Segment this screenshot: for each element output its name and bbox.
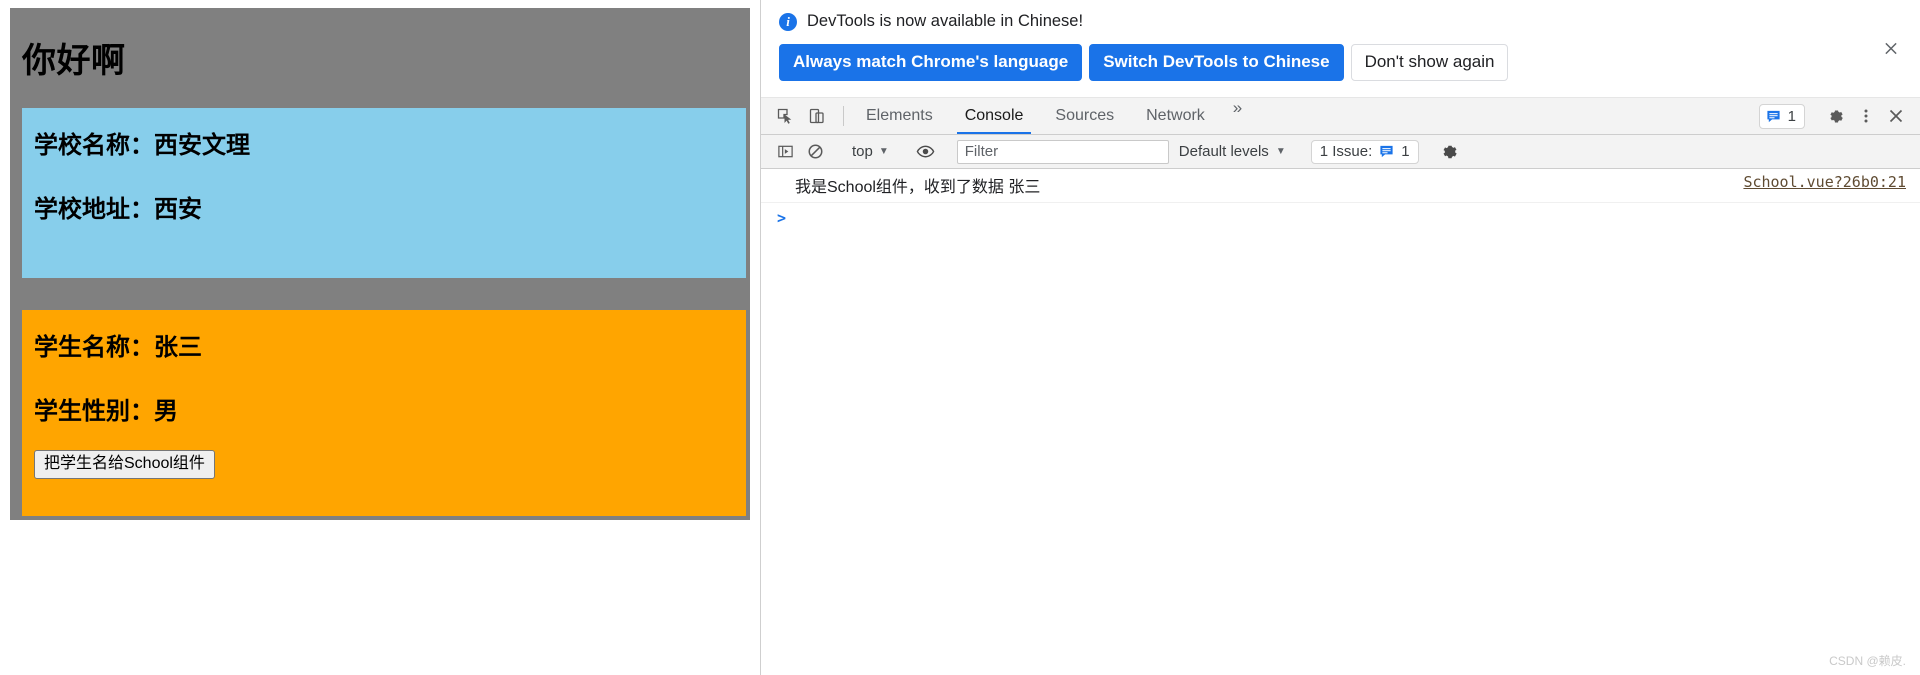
devtools-tabbar-actions: 1	[1758, 98, 1920, 134]
close-devtools-icon[interactable]	[1882, 103, 1910, 129]
student-gender-value: 男	[154, 398, 178, 425]
tab-elements[interactable]: Elements	[850, 98, 949, 134]
student-name-label: 学生名称：	[34, 334, 154, 361]
console-message-text: 我是School组件，收到了数据 张三	[795, 179, 1041, 196]
school-component-card: 学校名称：西安文理 学校地址：西安	[22, 108, 746, 278]
language-notification-banner: i DevTools is now available in Chinese! …	[761, 0, 1920, 98]
device-toolbar-icon[interactable]	[803, 103, 831, 129]
devtools-tab-list: Elements Console Sources Network	[850, 98, 1221, 134]
chevron-down-icon: ▼	[878, 146, 889, 157]
console-messages-count: 1	[1787, 107, 1796, 125]
console-context-selector[interactable]: top ▼	[846, 143, 895, 160]
console-filter-toolbar: top ▼ Default levels ▼ 1 Issue:	[761, 135, 1920, 169]
issues-label: 1 Issue:	[1319, 143, 1373, 160]
more-tabs-chevron-icon[interactable]: »	[1221, 98, 1254, 134]
devtools-panel: i DevTools is now available in Chinese! …	[760, 0, 1920, 675]
devtools-tool-icons	[761, 98, 837, 134]
console-output[interactable]: 我是School组件，收到了数据 张三 School.vue?26b0:21 >…	[761, 169, 1920, 675]
pass-student-name-button[interactable]: 把学生名给School组件	[34, 450, 215, 479]
school-name-label: 学校名称：	[34, 132, 154, 159]
always-match-chrome-language-button[interactable]: Always match Chrome's language	[779, 44, 1083, 81]
student-name-value: 张三	[154, 334, 202, 361]
school-name-line: 学校名称：西安文理	[34, 134, 746, 158]
screenshot-root: 你好啊 学校名称：西安文理 学校地址：西安 学生名称：张三 学生性别：男 把学生…	[0, 0, 1920, 675]
issues-count: 1	[1401, 143, 1410, 160]
console-context-value: top	[852, 143, 873, 160]
clear-console-icon[interactable]	[801, 139, 829, 165]
banner-message: DevTools is now available in Chinese!	[807, 12, 1084, 30]
school-name-value: 西安文理	[154, 132, 250, 159]
message-icon	[1766, 109, 1781, 124]
toolbar-divider	[843, 106, 844, 126]
dont-show-again-button[interactable]: Don't show again	[1350, 44, 1509, 81]
tab-network[interactable]: Network	[1130, 98, 1221, 134]
gear-icon[interactable]	[1436, 139, 1464, 165]
tab-console[interactable]: Console	[949, 98, 1040, 134]
console-messages-badge[interactable]: 1	[1758, 103, 1805, 129]
console-sidebar-icon[interactable]	[771, 139, 799, 165]
student-name-line: 学生名称：张三	[34, 336, 746, 360]
banner-message-row: i DevTools is now available in Chinese!	[779, 12, 1904, 31]
info-icon: i	[779, 12, 797, 31]
page-title: 你好啊	[22, 42, 126, 80]
console-prompt-row[interactable]: >	[761, 203, 1920, 233]
console-levels-selector[interactable]: Default levels ▼	[1171, 143, 1294, 160]
console-levels-value: Default levels	[1178, 143, 1269, 160]
chevron-down-icon: ▼	[1275, 146, 1286, 157]
school-address-label: 学校地址：	[34, 196, 154, 223]
three-dot-menu-icon[interactable]	[1852, 103, 1880, 129]
watermark: CSDN @赖皮.	[1829, 654, 1906, 668]
console-message-row[interactable]: 我是School组件，收到了数据 张三 School.vue?26b0:21	[761, 169, 1920, 203]
banner-actions: Always match Chrome's language Switch De…	[779, 44, 1904, 81]
vue-app-root: 你好啊 学校名称：西安文理 学校地址：西安 学生名称：张三 学生性别：男 把学生…	[10, 8, 750, 520]
close-icon[interactable]	[1878, 36, 1904, 62]
console-source-link[interactable]: School.vue?26b0:21	[1743, 173, 1906, 191]
tabbar-spacer	[1254, 98, 1758, 134]
student-gender-line: 学生性别：男	[34, 400, 746, 424]
console-prompt-input[interactable]	[794, 210, 1906, 226]
school-address-value: 西安	[154, 196, 202, 223]
switch-devtools-to-chinese-button[interactable]: Switch DevTools to Chinese	[1089, 44, 1344, 81]
live-expression-icon[interactable]	[912, 139, 940, 165]
gear-icon[interactable]	[1822, 103, 1850, 129]
browser-viewport: 你好啊 学校名称：西安文理 学校地址：西安 学生名称：张三 学生性别：男 把学生…	[0, 0, 760, 675]
inspect-element-icon[interactable]	[771, 103, 799, 129]
devtools-tabbar: Elements Console Sources Network » 1	[761, 98, 1920, 135]
student-component-card: 学生名称：张三 学生性别：男 把学生名给School组件	[22, 310, 746, 516]
message-icon	[1379, 144, 1394, 159]
student-gender-label: 学生性别：	[34, 398, 154, 425]
tab-sources[interactable]: Sources	[1039, 98, 1130, 134]
console-filter-input[interactable]	[956, 139, 1169, 164]
issues-badge[interactable]: 1 Issue: 1	[1310, 139, 1419, 164]
school-address-line: 学校地址：西安	[34, 198, 746, 222]
prompt-caret-icon: >	[777, 209, 787, 227]
